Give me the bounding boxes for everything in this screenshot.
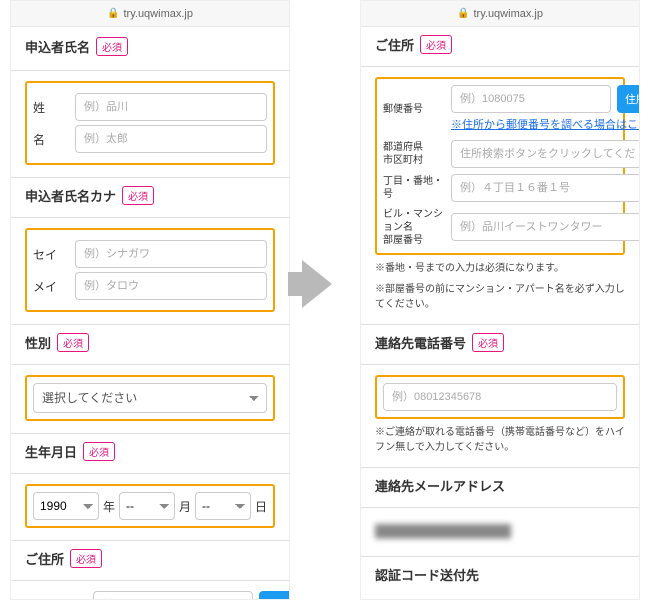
section-title-dob: 生年月日	[25, 442, 77, 461]
url-bar: 🔒 try.uqwimax.jp	[361, 1, 639, 27]
section-title-email: 連絡先メールアドレス	[375, 476, 505, 495]
required-badge: 必須	[96, 37, 128, 56]
highlight-gender: 選択してください	[25, 375, 275, 421]
label-sei-kana: セイ	[33, 246, 67, 263]
section-title-name: 申込者氏名	[25, 37, 90, 56]
highlight-address: 郵便番号 住所検索 ※住所から郵便番号を調べる場合はこちら 都道府県 市区町村 …	[375, 77, 625, 255]
select-year[interactable]: 1990	[33, 492, 99, 520]
section-title-phone: 連絡先電話番号	[375, 333, 466, 352]
select-month[interactable]: --	[119, 492, 175, 520]
unit-day: 日	[255, 498, 267, 515]
section-email-field: ████████████████	[361, 508, 639, 557]
address-search-button[interactable]: 住所検索	[259, 591, 290, 600]
section-dob: 生年月日 必須	[11, 434, 289, 474]
section-email: 連絡先メールアドレス	[361, 468, 639, 508]
label-pref: 都道府県 市区町村	[383, 141, 445, 167]
postal-lookup-link[interactable]: ※住所から郵便番号を調べる場合はこちら	[451, 117, 640, 134]
required-badge: 必須	[70, 549, 102, 568]
section-name-fields: 姓 名	[11, 71, 289, 178]
section-gender: 性別 必須	[11, 325, 289, 365]
input-street[interactable]	[451, 174, 640, 202]
section-phone: 連絡先電話番号 必須	[361, 325, 639, 365]
input-sei-kana[interactable]	[75, 240, 267, 268]
label-postal: 郵便番号	[383, 103, 445, 116]
input-pref[interactable]	[451, 140, 640, 168]
label-mei-kana: メイ	[33, 278, 67, 295]
section-title-address: ご住所	[375, 35, 414, 54]
highlight-kana: セイ メイ	[25, 228, 275, 312]
required-badge: 必須	[472, 333, 504, 352]
section-address-left-fields: 郵便番号 住所検索 ※住所から郵便番号を調べる場合はこちら	[11, 581, 289, 600]
section-title-auth-code: 認証コード送付先	[375, 565, 479, 584]
highlight-name: 姓 名	[25, 81, 275, 165]
label-street: 丁目・番地・号	[383, 175, 445, 201]
input-mei-kana[interactable]	[75, 272, 267, 300]
input-sei[interactable]	[75, 93, 267, 121]
input-phone[interactable]	[383, 383, 617, 411]
label-sei: 姓	[33, 99, 67, 116]
section-title-address: ご住所	[25, 549, 64, 568]
section-address-right-fields: 郵便番号 住所検索 ※住所から郵便番号を調べる場合はこちら 都道府県 市区町村 …	[361, 67, 639, 325]
section-name: 申込者氏名 必須	[11, 27, 289, 71]
required-badge: 必須	[83, 442, 115, 461]
lock-icon: 🔒	[457, 8, 469, 19]
url-text: try.uqwimax.jp	[123, 8, 192, 20]
select-gender[interactable]: 選択してください	[33, 383, 267, 413]
phone-note: ※ご連絡が取れる電話番号（携帯電話番号など）をハイフン無しで入力してください。	[375, 425, 625, 455]
email-value-redacted: ████████████████	[375, 518, 625, 544]
input-postal[interactable]	[451, 85, 611, 113]
section-title-kana: 申込者氏名カナ	[25, 186, 116, 205]
url-text: try.uqwimax.jp	[473, 8, 542, 20]
select-day[interactable]: --	[195, 492, 251, 520]
required-badge: 必須	[57, 333, 89, 352]
transition-arrow-icon	[302, 260, 332, 308]
section-dob-field: 1990 年 -- 月 -- 日	[11, 474, 289, 541]
highlight-phone	[375, 375, 625, 419]
address-note-1: ※番地・号までの入力は必須になります。	[375, 261, 625, 276]
phone-right: 🔒 try.uqwimax.jp ご住所 必須 郵便番号 住所検索 ※住所から郵…	[360, 0, 640, 600]
highlight-dob: 1990 年 -- 月 -- 日	[25, 484, 275, 528]
section-title-gender: 性別	[25, 333, 51, 352]
section-kana: 申込者氏名カナ 必須	[11, 178, 289, 218]
phone-left: 🔒 try.uqwimax.jp 申込者氏名 必須 姓 名 申込者氏名カナ 必須	[10, 0, 290, 600]
label-building: ビル・マンション名 部屋番号	[383, 208, 445, 247]
required-badge: 必須	[420, 35, 452, 54]
input-building[interactable]	[451, 213, 640, 241]
section-address-left: ご住所 必須	[11, 541, 289, 581]
section-gender-field: 選択してください	[11, 365, 289, 434]
input-postal-left[interactable]	[93, 591, 253, 600]
section-kana-fields: セイ メイ	[11, 218, 289, 325]
url-bar: 🔒 try.uqwimax.jp	[11, 1, 289, 27]
section-address-right: ご住所 必須	[361, 27, 639, 67]
required-badge: 必須	[122, 186, 154, 205]
label-mei: 名	[33, 131, 67, 148]
input-mei[interactable]	[75, 125, 267, 153]
unit-month: 月	[179, 498, 191, 515]
unit-year: 年	[103, 498, 115, 515]
address-note-2: ※部屋番号の前にマンション・アパート名を必ず入力してください。	[375, 282, 625, 312]
section-auth-code: 認証コード送付先	[361, 557, 639, 596]
lock-icon: 🔒	[107, 8, 119, 19]
section-phone-field: ※ご連絡が取れる電話番号（携帯電話番号など）をハイフン無しで入力してください。	[361, 365, 639, 468]
address-search-button[interactable]: 住所検索	[617, 85, 640, 113]
